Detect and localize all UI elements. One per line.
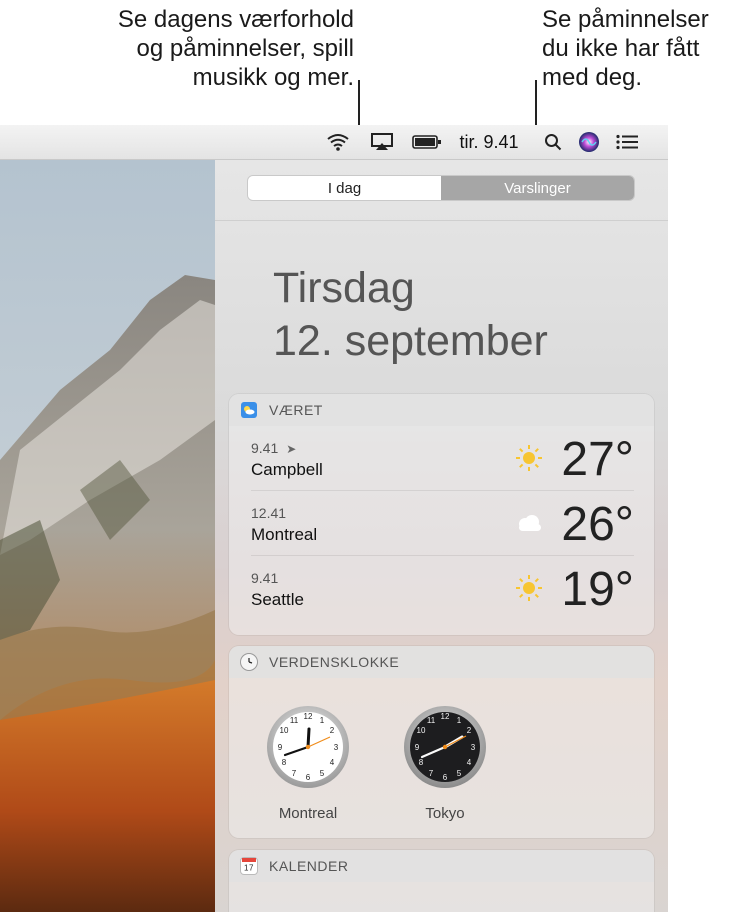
- svg-text:6: 6: [306, 773, 311, 782]
- widget-header: 17 KALENDER: [229, 850, 654, 882]
- svg-text:8: 8: [282, 758, 287, 767]
- svg-text:5: 5: [457, 769, 462, 778]
- svg-text:17: 17: [244, 864, 254, 873]
- svg-text:12: 12: [304, 712, 313, 721]
- clock-tokyo[interactable]: 12 1 2 345 678 9 10 11 Tokyo: [400, 702, 490, 822]
- weather-row[interactable]: 9.41 ➤ Campbell 27°: [251, 426, 634, 491]
- airplay-icon[interactable]: [366, 125, 398, 159]
- callout-line: og påminnelser, spill: [136, 35, 354, 62]
- clock-city-label: Montreal: [278, 805, 338, 822]
- tab-today[interactable]: I dag: [248, 176, 441, 200]
- location-arrow-icon: ➤: [286, 442, 297, 456]
- weather-time: 9.41: [251, 570, 279, 586]
- callout-line: musikk og mer.: [192, 64, 354, 91]
- svg-text:11: 11: [427, 716, 436, 725]
- widget-header: VERDENSKLOKKE: [229, 646, 654, 678]
- svg-text:8: 8: [419, 758, 424, 767]
- clock-montreal[interactable]: 12 1 2 345 678 9 10 11 Montreal: [263, 702, 353, 822]
- svg-text:6: 6: [443, 773, 448, 782]
- weather-row[interactable]: 9.41 Seattle 19°: [251, 556, 634, 620]
- svg-text:3: 3: [471, 743, 476, 752]
- callout-line: du ikke har fått: [542, 35, 700, 62]
- svg-text:2: 2: [330, 726, 335, 735]
- weather-city: Montreal: [251, 525, 318, 544]
- siri-icon[interactable]: [574, 125, 604, 159]
- weather-app-icon: [241, 402, 257, 418]
- svg-text:7: 7: [292, 769, 297, 778]
- weather-temp: 26°: [561, 498, 634, 551]
- weather-time: 9.41: [251, 440, 279, 456]
- view-switcher: I dag Varslinger: [248, 176, 634, 200]
- svg-text:11: 11: [290, 716, 299, 725]
- svg-text:1: 1: [320, 716, 325, 725]
- menu-bar-clock[interactable]: tir. 9.41: [453, 125, 525, 159]
- callout-notifications: Se påminnelser du ikke har fått med deg.: [542, 5, 709, 92]
- weather-widget[interactable]: VÆRET 9.41 ➤ Campbell 27° 12.41 Montreal…: [229, 394, 654, 635]
- notification-center-panel: I dag Varslinger Tirsdag 12. september V…: [215, 160, 668, 912]
- calendar-app-icon: 17: [241, 858, 257, 874]
- analog-clock-dark: 12 12 345 678 91011: [404, 706, 486, 788]
- date-heading: 12. september: [273, 317, 548, 365]
- cloud-icon: [513, 507, 545, 539]
- callout-line: Se dagens værforhold: [117, 6, 354, 33]
- callout-line: med deg.: [542, 64, 643, 91]
- svg-text:5: 5: [320, 769, 325, 778]
- desktop-wallpaper: [0, 160, 215, 912]
- widget-title: VERDENSKLOKKE: [269, 654, 400, 670]
- weather-time: 12.41: [251, 505, 287, 521]
- svg-text:9: 9: [278, 743, 283, 752]
- callout-line: Se påminnelser: [542, 6, 709, 33]
- analog-clock-light: 12 12 345 678 91011: [267, 706, 349, 788]
- svg-text:10: 10: [417, 726, 426, 735]
- clock-city-label: Tokyo: [425, 805, 465, 822]
- weather-temp: 19°: [561, 563, 634, 616]
- svg-text:7: 7: [429, 769, 434, 778]
- world-clock-widget[interactable]: VERDENSKLOKKE 12 1 2 345 678 9 10 11 Mon…: [229, 646, 654, 838]
- menu-bar: tir. 9.41: [0, 125, 668, 160]
- svg-text:3: 3: [334, 743, 339, 752]
- weather-city: Seattle: [251, 590, 304, 609]
- svg-text:9: 9: [415, 743, 420, 752]
- weekday-heading: Tirsdag: [273, 264, 415, 312]
- svg-text:1: 1: [457, 716, 462, 725]
- svg-text:10: 10: [280, 726, 289, 735]
- widget-title: VÆRET: [269, 402, 323, 418]
- weather-temp: 27°: [561, 433, 634, 486]
- calendar-widget[interactable]: 17 KALENDER: [229, 850, 654, 912]
- widget-title: KALENDER: [269, 858, 349, 874]
- svg-text:2: 2: [467, 726, 472, 735]
- widget-header: VÆRET: [229, 394, 654, 426]
- battery-icon[interactable]: [410, 125, 444, 159]
- tab-notifications[interactable]: Varslinger: [441, 176, 634, 200]
- weather-time-wrap: 9.41 ➤: [251, 440, 296, 456]
- svg-text:12: 12: [441, 712, 450, 721]
- callout-today: Se dagens værforhold og påminnelser, spi…: [118, 5, 354, 92]
- svg-text:4: 4: [330, 758, 335, 767]
- clock-app-icon: [241, 654, 257, 670]
- weather-row[interactable]: 12.41 Montreal 26°: [251, 491, 634, 556]
- panel-divider: [215, 220, 668, 221]
- search-icon[interactable]: [540, 125, 566, 159]
- weather-city: Campbell: [251, 460, 323, 479]
- sun-icon: [513, 572, 545, 604]
- sun-icon: [513, 442, 545, 474]
- wifi-icon[interactable]: [322, 125, 354, 159]
- svg-text:4: 4: [467, 758, 472, 767]
- notification-center-icon[interactable]: [612, 125, 642, 159]
